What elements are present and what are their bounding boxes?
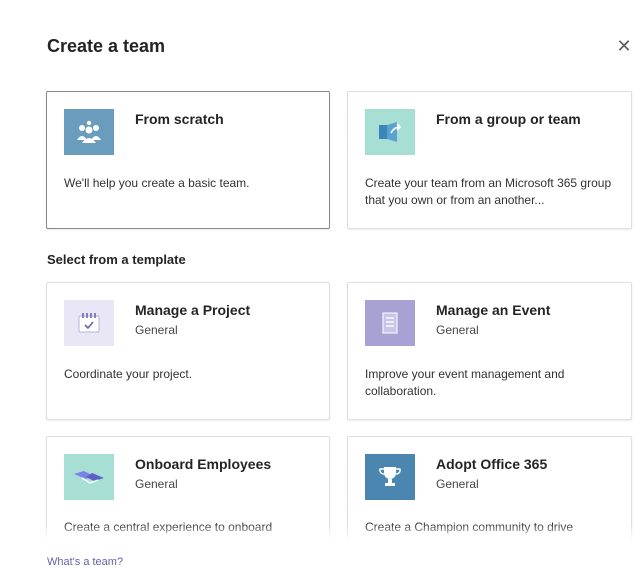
calendar-check-icon	[64, 300, 114, 346]
handshake-icon	[64, 454, 114, 500]
create-team-dialog: Create a team ✕ From scratch We'll help …	[0, 0, 638, 569]
whats-a-team-link[interactable]: What's a team?	[47, 556, 123, 568]
card-title: Manage an Event	[436, 302, 551, 318]
from-scratch-card[interactable]: From scratch We'll help you create a bas…	[46, 91, 330, 229]
template-card-manage-event[interactable]: Manage an Event General Improve your eve…	[347, 282, 632, 420]
card-category: General	[135, 477, 178, 491]
group-share-icon	[365, 109, 415, 155]
card-description: Improve your event management and collab…	[365, 367, 565, 398]
close-icon[interactable]: ✕	[614, 36, 634, 56]
card-category: General	[436, 477, 479, 491]
card-description: Create your team from an Microsoft 365 g…	[365, 176, 612, 207]
card-description: We'll help you create a basic team.	[64, 176, 250, 190]
template-section-heading: Select from a template	[47, 252, 186, 267]
card-title: Manage a Project	[135, 302, 251, 318]
card-title: Adopt Office 365	[436, 456, 548, 472]
card-title: Onboard Employees	[135, 456, 272, 472]
trophy-icon	[365, 454, 415, 500]
card-title: From a group or team	[436, 111, 581, 127]
card-category: General	[436, 323, 479, 337]
template-card-manage-project[interactable]: Manage a Project General Coordinate your…	[46, 282, 330, 420]
from-group-card[interactable]: From a group or team Create your team fr…	[347, 91, 632, 229]
card-category: General	[135, 323, 178, 337]
card-description: Coordinate your project.	[64, 367, 193, 381]
event-list-icon	[365, 300, 415, 346]
people-icon	[64, 109, 114, 155]
card-title: From scratch	[135, 111, 224, 127]
dialog-title: Create a team	[47, 36, 166, 56]
